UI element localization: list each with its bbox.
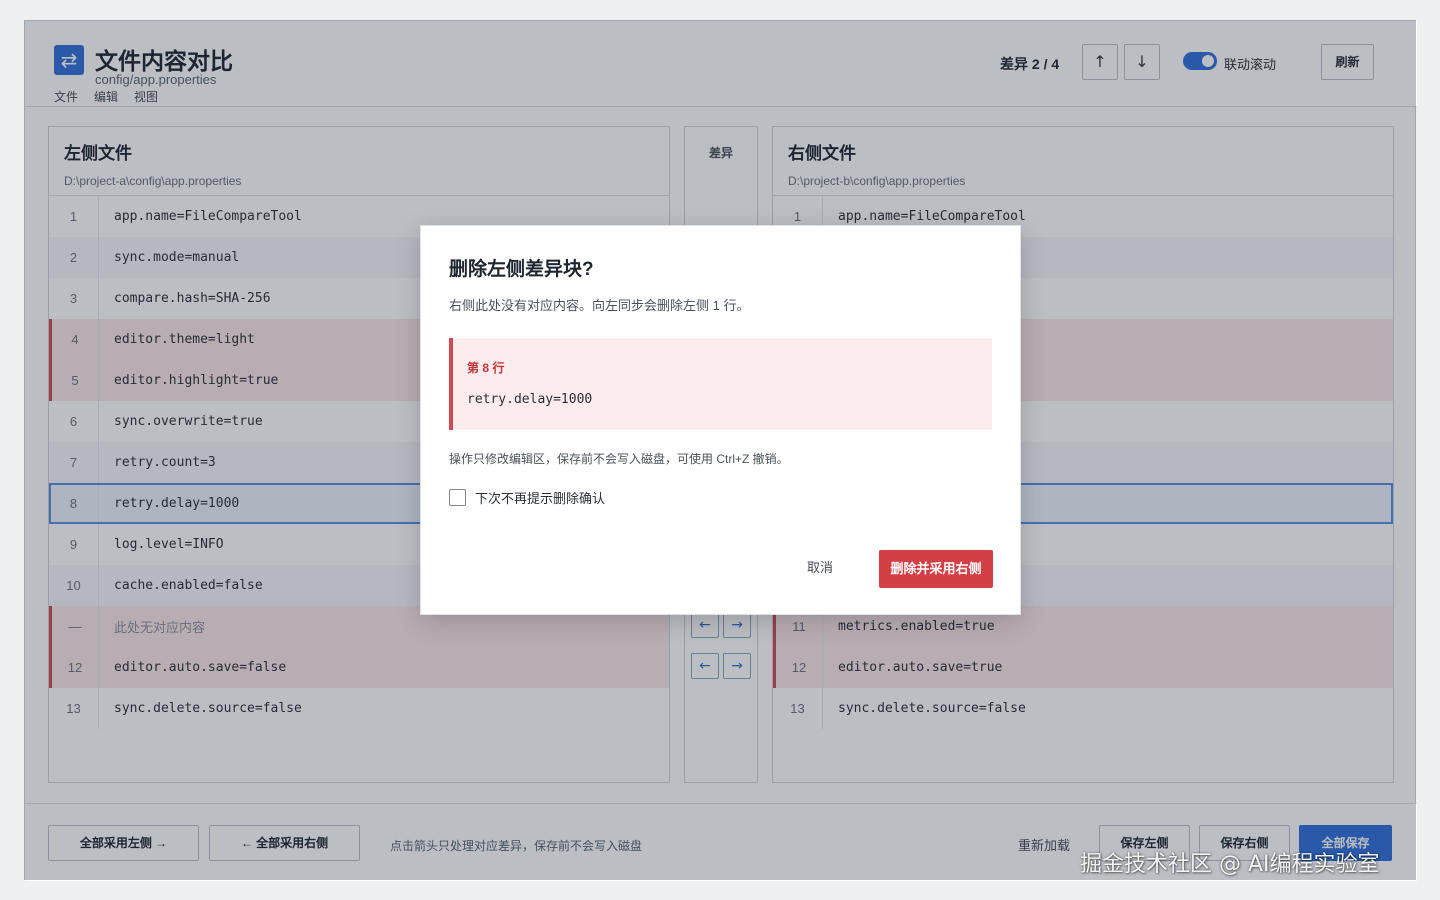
dialog-description: 右侧此处没有对应内容。向左同步会删除左侧 1 行。 [449, 298, 750, 313]
dont-ask-again-label[interactable]: 下次不再提示删除确认 [475, 488, 605, 507]
dont-ask-again-option[interactable]: 下次不再提示删除确认 [449, 488, 605, 507]
dialog-title: 删除左侧差异块? [449, 259, 594, 280]
dialog-note: 操作只修改编辑区，保存前不会写入磁盘，可使用 Ctrl+Z 撤销。 [449, 452, 789, 466]
deleted-line-label: 第 8 行 [467, 361, 505, 375]
dont-ask-again-checkbox[interactable] [449, 489, 466, 506]
watermark: 掘金技术社区 @ AI编程实验室 [1080, 852, 1380, 877]
delete-confirm-dialog: 删除左侧差异块? 右侧此处没有对应内容。向左同步会删除左侧 1 行。 第 8 行… [420, 225, 1021, 615]
delete-confirm-button[interactable]: 删除并采用右侧 [879, 550, 993, 588]
deleted-line-preview: 第 8 行 retry.delay=1000 [449, 338, 992, 430]
deleted-line-code: retry.delay=1000 [467, 392, 593, 407]
cancel-button[interactable]: 取消 [791, 549, 849, 587]
